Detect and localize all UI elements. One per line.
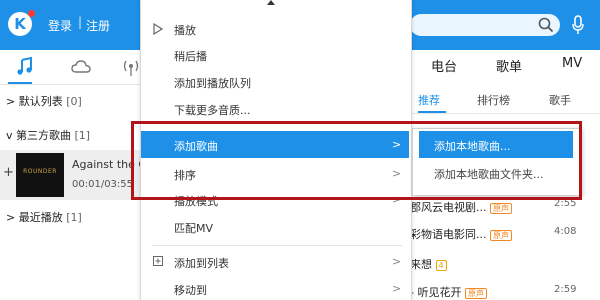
tab-playlists[interactable]: 歌单 xyxy=(496,56,522,75)
menu-item-add-to-list[interactable]: 添加到列表 xyxy=(174,255,229,271)
radio-icon[interactable] xyxy=(120,56,142,78)
playlist-count: [1] xyxy=(66,211,82,224)
list-item-title: 来想 xyxy=(410,258,432,271)
song-title: Against the G xyxy=(72,158,140,171)
playlist-label: 默认列表 xyxy=(18,95,63,108)
album-cover-text: ROUNDER xyxy=(23,168,57,175)
chevron-right-icon: > xyxy=(6,95,16,108)
rank-badge: 4 xyxy=(435,260,447,271)
tab-radio[interactable]: 电台 xyxy=(431,56,457,75)
menu-item-match-mv[interactable]: 匹配MV xyxy=(174,220,213,236)
add-icon[interactable]: + xyxy=(3,165,14,180)
playlist-default[interactable]: > 默认列表 [0] xyxy=(6,93,82,109)
album-cover xyxy=(16,153,64,197)
menu-item-move-to[interactable]: 移动到 xyxy=(174,282,207,298)
soundtrack-badge: 原声 xyxy=(464,288,487,299)
caret-up-icon xyxy=(267,0,275,5)
menu-item-play[interactable]: 播放 xyxy=(174,22,196,38)
header-separator: | xyxy=(78,15,83,29)
menu-item-download-quality[interactable]: 下载更多音质... xyxy=(174,102,251,118)
list-item[interactable]: 郡风云电视剧... 原声 xyxy=(410,199,512,215)
list-item-title: - 听见花开 xyxy=(410,286,462,299)
playlist-third-party[interactable]: v 第三方歌曲 [1] xyxy=(6,127,90,143)
register-link[interactable]: 注册 xyxy=(86,17,110,34)
list-item[interactable]: 来想 4 xyxy=(410,256,447,272)
microphone-icon[interactable] xyxy=(570,14,586,36)
soundtrack-badge: 原声 xyxy=(490,230,512,241)
playlist-label: 第三方歌曲 xyxy=(16,129,72,142)
subtab-artists[interactable]: 歌手 xyxy=(549,92,571,108)
menu-item-play-later[interactable]: 稍后播 xyxy=(174,48,207,64)
notification-dot xyxy=(28,10,35,17)
add-to-list-icon xyxy=(153,256,163,266)
chevron-right-icon: > xyxy=(6,211,16,224)
list-item-duration: 4:08 xyxy=(554,226,577,237)
playlist-count: [1] xyxy=(74,129,91,142)
list-item-duration: 2:59 xyxy=(554,284,577,295)
play-icon xyxy=(153,23,163,35)
subnav-divider xyxy=(410,113,600,114)
chevron-right-icon: > xyxy=(392,255,402,268)
menu-separator xyxy=(152,245,402,246)
playlist-label: 最近播放 xyxy=(18,211,63,224)
cloud-icon[interactable] xyxy=(70,56,92,78)
login-link[interactable]: 登录 xyxy=(48,17,72,34)
playlist-recent[interactable]: > 最近播放 [1] xyxy=(6,209,82,225)
menu-item-add-to-queue[interactable]: 添加到播放队列 xyxy=(174,75,251,91)
list-item-title: 彩物语电影同... xyxy=(410,228,487,241)
search-icon[interactable] xyxy=(537,16,555,34)
subtab-charts[interactable]: 排行榜 xyxy=(477,92,510,108)
nav-divider xyxy=(0,84,140,85)
list-item[interactable]: 彩物语电影同... 原声 xyxy=(410,226,512,242)
chevron-right-icon: > xyxy=(392,282,402,295)
chevron-down-icon: v xyxy=(6,129,13,142)
highlight-annotation-box xyxy=(131,121,582,200)
subtab-recommended[interactable]: 推荐 xyxy=(418,92,440,108)
list-item[interactable]: - 听见花开 原声 xyxy=(410,284,487,300)
soundtrack-badge: 原声 xyxy=(490,203,512,214)
song-progress-time: 00:01/03:55 xyxy=(72,179,134,190)
playlist-count: [0] xyxy=(66,95,82,108)
list-item-title: 郡风云电视剧... xyxy=(410,201,487,214)
music-note-icon[interactable] xyxy=(14,56,36,78)
tab-mv[interactable]: MV xyxy=(562,56,582,71)
